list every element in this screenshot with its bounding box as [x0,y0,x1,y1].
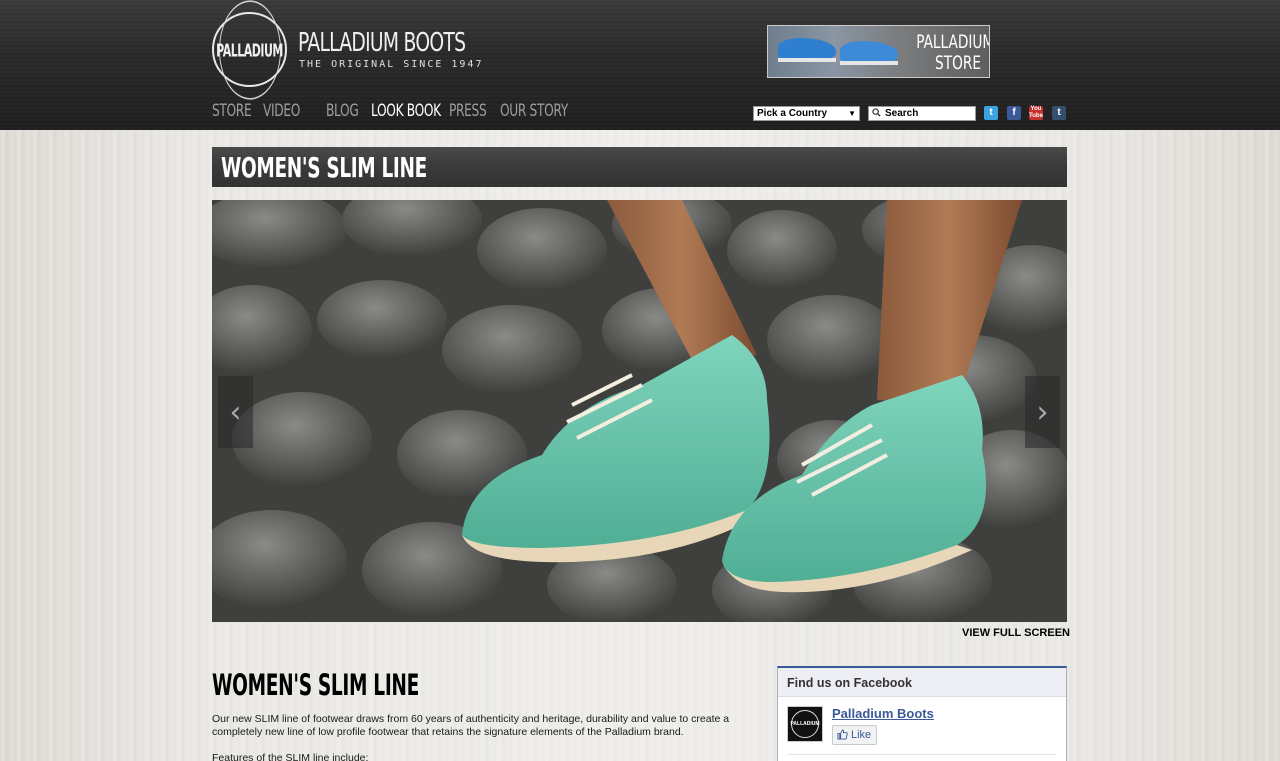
previous-arrow-button[interactable]: ‹ [218,376,253,448]
view-full-screen-link[interactable]: VIEW FULL SCREEN [962,627,1070,639]
palladium-logo[interactable]: PALLADIUM [212,0,287,100]
nav-look-book[interactable]: LOOK BOOK [371,101,441,121]
thumbs-up-icon [837,729,848,740]
nav-store[interactable]: STORE [212,101,252,121]
site-header: PALLADIUM PALLADIUM BOOTS THE ORIGINAL S… [0,0,1280,130]
search-icon [872,108,881,117]
country-select-value: Pick a Country [757,108,828,119]
chevron-right-icon: › [1036,394,1049,430]
facebook-page-avatar[interactable]: PALLADIUM [787,706,823,742]
facebook-page-name[interactable]: Palladium Boots [832,706,934,721]
facebook-like-button[interactable]: Like [832,725,877,745]
facebook-like-label: Like [851,729,872,741]
store-banner[interactable]: PALLADIUM STORE [767,25,990,78]
facebook-icon[interactable]: f [1007,106,1021,120]
twitter-icon[interactable]: t [984,106,998,120]
brand-tagline: THE ORIGINAL SINCE 1947 [299,59,484,70]
section-title: WOMEN'S SLIM LINE [212,668,419,702]
page-title: WOMEN'S SLIM LINE [221,151,427,184]
nav-our-story[interactable]: OUR STORY [500,101,568,121]
facebook-widget-heading: Find us on Facebook [778,668,1066,697]
youtube-icon[interactable]: You Tube [1029,106,1043,120]
lookbook-hero-image [212,200,1067,622]
features-intro: Features of the SLIM line include: [212,752,369,761]
facebook-widget: Find us on Facebook PALLADIUM Palladium … [777,666,1067,761]
next-arrow-button[interactable]: › [1025,376,1060,448]
nav-press[interactable]: PRESS [449,101,487,121]
hero-photo [212,200,1067,622]
description-text: Our new SLIM line of footwear draws from… [212,713,730,738]
nav-video[interactable]: VIDEO [263,101,308,121]
search-placeholder: Search [885,108,919,119]
facebook-divider [787,754,1057,755]
shoe-sole [778,58,836,62]
logo-mini: PALLADIUM [790,710,820,738]
search-input[interactable]: Search [868,106,976,121]
tumblr-icon[interactable]: t [1052,106,1066,120]
chevron-left-icon: ‹ [229,394,242,430]
page-title-bar: WOMEN'S SLIM LINE [212,147,1067,187]
nav-blog[interactable]: BLOG [326,101,359,121]
store-banner-text: PALLADIUM STORE [916,31,990,74]
logo-text: PALLADIUM [216,0,283,100]
main-nav: STORE VIDEO BLOG LOOK BOOK PRESS OUR STO… [212,101,580,125]
shoe-image [778,38,836,60]
chevron-down-icon: ▼ [848,109,856,118]
country-select[interactable]: Pick a Country ▼ [753,106,860,121]
brand-name: PALLADIUM BOOTS [298,28,466,58]
store-banner-label: PALLADIUM STORE [916,31,990,74]
